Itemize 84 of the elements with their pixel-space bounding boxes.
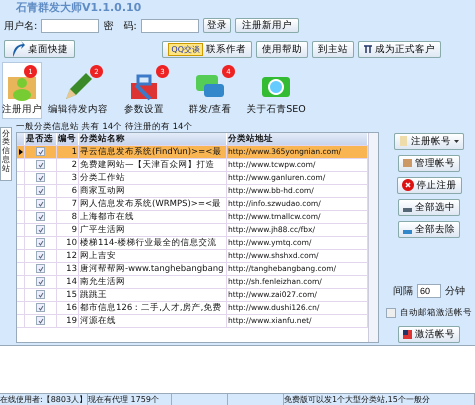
status-cell: 免费版可以发1个大型分类站,15个一般分 [284, 394, 475, 405]
table-cell: 19 [57, 314, 79, 327]
row-checkbox[interactable] [36, 264, 45, 274]
row-checkbox[interactable] [36, 290, 45, 300]
table-cell: 南允生活网 [79, 276, 227, 288]
table-cell: 跳跳王 [79, 288, 227, 301]
row-checkbox[interactable] [36, 212, 45, 222]
auto-activate-checkbox[interactable] [386, 308, 396, 318]
action-button[interactable]: 注册帐号 [394, 132, 464, 150]
table-cell: 12 [57, 250, 79, 262]
interval-spinner[interactable]: 60 [417, 284, 441, 298]
status-cell: 现在有代理 1759个 [88, 394, 172, 405]
activate-button[interactable]: 激活帐号 [398, 326, 460, 344]
row-checkbox[interactable] [36, 199, 45, 208]
table-cell: 8 [57, 210, 79, 223]
username-label: 用户名: [4, 20, 38, 33]
ledger-icon [403, 158, 412, 168]
table-cell: 2 [57, 158, 79, 171]
row-checkbox[interactable] [36, 225, 45, 234]
table-cell: 3 [57, 172, 79, 184]
table-cell: 网上吉安 [79, 250, 227, 262]
table-cell: 免费建网站—【天津百众网】打造 [79, 158, 227, 171]
group-title: 一般分类信息站 共有 14个 待注册的有 14个 [16, 120, 194, 132]
shortcut-button[interactable]: 桌面快捷 [4, 40, 75, 58]
table-cell: 6 [57, 184, 79, 197]
password-field[interactable] [140, 18, 199, 33]
unit-label: 分钟 [445, 284, 465, 298]
toolbar-button[interactable]: 使用帮助 [256, 40, 308, 58]
table-cell: 上海都市在线 [79, 210, 227, 223]
auto-activate-label: 自动邮箱激活帐号 [400, 307, 472, 320]
action-button[interactable]: 停止注册 [396, 176, 462, 194]
pi-icon [364, 45, 372, 54]
table-cell: 广平生活网 [79, 224, 227, 236]
table-cell: 10 [57, 236, 79, 249]
row-checkbox[interactable] [36, 147, 45, 156]
row-checkbox[interactable] [36, 238, 45, 248]
column-header[interactable]: 编号 [57, 132, 79, 145]
row-checkbox[interactable] [36, 173, 45, 182]
window-title: 石青群发大师V1.1.0.10 [14, 0, 142, 15]
interval-label: 间隔 [393, 285, 413, 298]
login-button[interactable]: 登录 [202, 18, 231, 34]
table-cell: 楼梯114-楼梯行业最全的信息交流 [79, 236, 227, 249]
row-checkbox[interactable] [36, 186, 45, 196]
action-button[interactable]: 管理帐号 [398, 154, 460, 172]
flag-icon [403, 330, 412, 340]
table-cell: 1 [57, 146, 79, 158]
table-cell: 分类工作站 [79, 172, 227, 184]
table-cell: 商家互动网 [79, 184, 227, 197]
action-button[interactable]: 全部去除 [398, 220, 460, 238]
row-checkbox[interactable] [36, 277, 45, 286]
side-tab[interactable]: 分类信息站 [0, 126, 12, 181]
table-cell: 7 [57, 198, 79, 210]
register-button[interactable]: 注册新用户 [234, 18, 299, 34]
qq-badge: QQ交谈 [168, 42, 203, 56]
stop-icon [402, 179, 414, 192]
status-cell: 在线使用者:【8803人】 [0, 394, 88, 405]
table-cell: 15 [57, 288, 79, 301]
table-cell: 唐河帮帮网-www.tanghebangbang [79, 262, 227, 275]
table-cell: 14 [57, 276, 79, 288]
scrollbar[interactable] [368, 132, 378, 342]
password-label: 密 码: [103, 20, 137, 33]
row-checkbox[interactable] [36, 251, 45, 260]
row-checkbox[interactable] [36, 303, 45, 312]
table-cell: 寻云信息发布系统(FindYun)>=<最 [79, 146, 227, 158]
table-cell: 13 [57, 262, 79, 275]
row-checkbox[interactable] [36, 160, 45, 170]
toolbar-button[interactable]: QQ交谈 联系作者 [162, 40, 252, 58]
username-field[interactable] [41, 18, 100, 33]
table-cell: 都市信息126：二手,人才,房产,免费 [79, 302, 227, 314]
row-pointer-icon [18, 148, 22, 155]
toolbar-button[interactable]: 成为正式客户 [358, 40, 441, 58]
notepad-icon [399, 136, 408, 146]
table-cell: 河源在线 [79, 314, 227, 327]
column-header[interactable]: 分类站名称 [79, 132, 227, 145]
table-cell: 16 [57, 302, 79, 314]
action-button[interactable]: 全部选中 [398, 198, 460, 216]
module-tab[interactable]: 关于石青SEO [246, 62, 306, 119]
table-cell: 网人信息发布系统(WRMPS)>=<最 [79, 198, 227, 210]
toolbar-button[interactable]: 到主站 [312, 40, 354, 58]
arrow-icon [11, 41, 25, 58]
column-header[interactable]: 是否选 [25, 132, 57, 145]
row-checkbox[interactable] [36, 316, 45, 326]
column-header[interactable]: 分类站地址 [227, 132, 368, 145]
table-cell: 9 [57, 224, 79, 236]
